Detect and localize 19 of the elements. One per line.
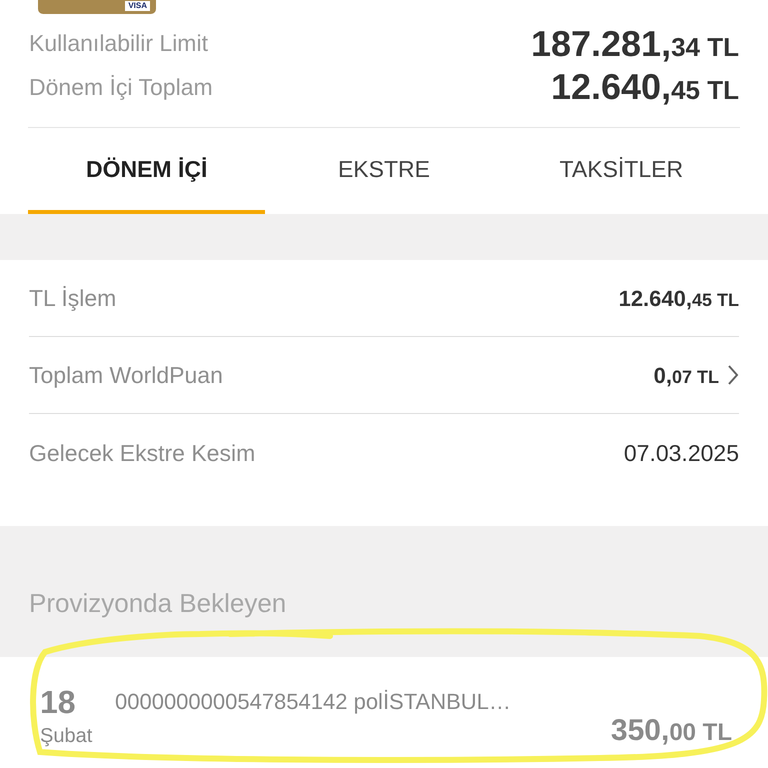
transaction-day: 18: [40, 685, 115, 721]
chevron-right-icon[interactable]: [727, 364, 739, 386]
transaction-description: 0000000000547854142 polİSTANBUL…: [115, 688, 512, 716]
transaction-month: Şubat: [40, 724, 94, 749]
card-brand: VISA: [125, 1, 150, 11]
detail-amount: 0,07 TL: [654, 362, 719, 390]
section-title: Provizyonda Bekleyen: [29, 587, 286, 620]
tab[interactable]: EKSTRE: [265, 128, 503, 214]
summary-label: Dönem İçi Toplam: [29, 72, 213, 102]
tab[interactable]: TAKSİTLER: [502, 128, 740, 214]
detail-amount: 12.640,45 TL: [618, 284, 739, 313]
summary-amount: 187.281,34 TL: [530, 22, 739, 66]
summary-amount: 12.640,45 TL: [550, 65, 739, 108]
detail-label: Toplam WorldPuan: [29, 361, 223, 390]
transaction-amount: 350,00 TL: [610, 713, 732, 750]
detail-label: Gelecek Ekstre Kesim: [29, 438, 256, 468]
summary-label: Kullanılabilir Limit: [29, 29, 208, 58]
detail-value: 07.03.2025: [624, 438, 739, 468]
detail-label: TL İşlem: [29, 284, 116, 314]
